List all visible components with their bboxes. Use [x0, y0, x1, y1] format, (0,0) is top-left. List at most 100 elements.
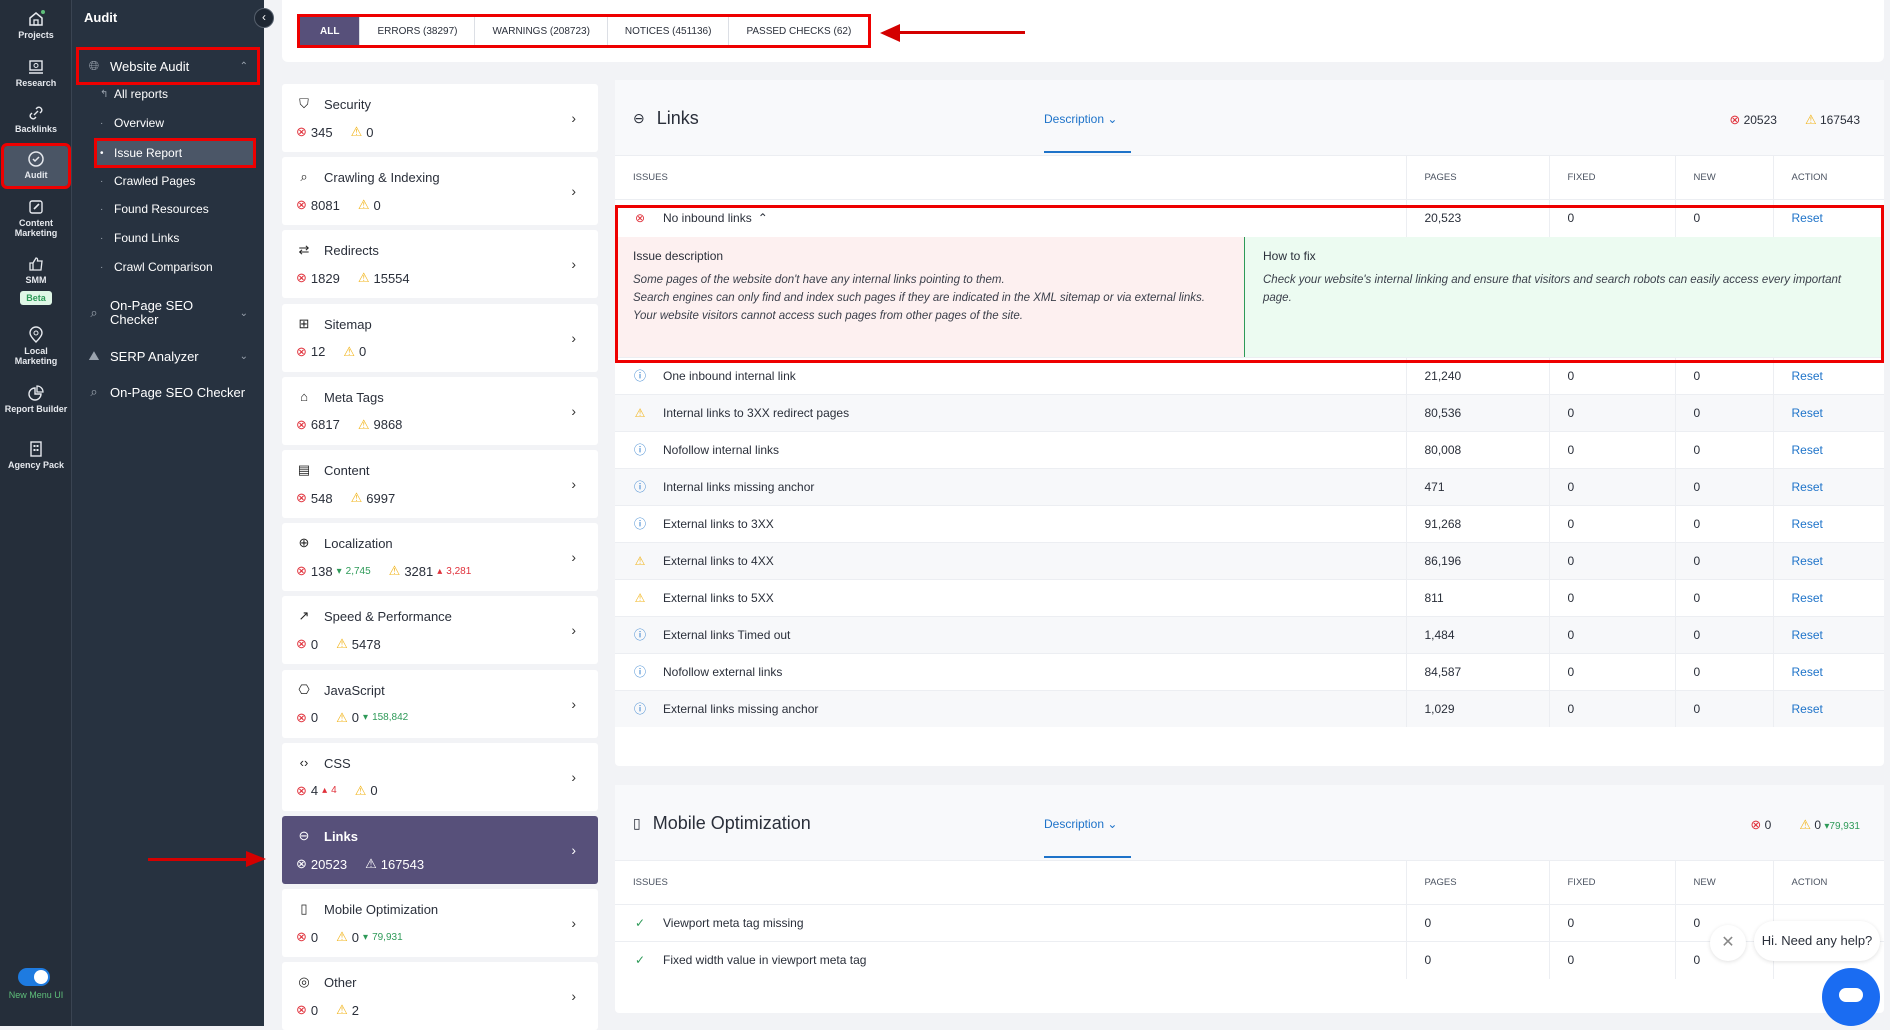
col-fixed[interactable]: FIXED	[1549, 155, 1676, 200]
reset-button[interactable]: Reset	[1773, 504, 1884, 542]
issue-name[interactable]: Fixed width value in viewport meta tag	[663, 953, 866, 967]
pages-count[interactable]: 86,196	[1406, 541, 1550, 579]
nav-website-audit[interactable]: 🌐︎ Website Audit ⌃	[76, 47, 260, 85]
table-row[interactable]: ⓘ External links missing anchor 1,029 0 0…	[615, 689, 1884, 727]
chevron-up-icon[interactable]: ⌃	[758, 211, 768, 225]
pages-count[interactable]: 1,029	[1406, 689, 1550, 727]
issue-name[interactable]: External links to 4XX	[663, 554, 774, 568]
category-card-meta-tags[interactable]: ⌂ Meta Tags ⊗ 6817 ⚠ 9868 ›	[282, 376, 598, 445]
reset-button[interactable]: Reset	[1773, 199, 1884, 237]
issue-name[interactable]: Internal links missing anchor	[663, 480, 814, 494]
new-menu-ui-toggle[interactable]	[18, 968, 50, 986]
category-card-css[interactable]: ‹› CSS ⊗ 4 ▴ 4 ⚠ 0 ›	[282, 742, 598, 811]
chat-launcher-button[interactable]	[1822, 968, 1880, 1026]
issue-name[interactable]: External links Timed out	[663, 628, 790, 642]
reset-button[interactable]: Reset	[1773, 467, 1884, 505]
tab-errors[interactable]: ERRORS (38297)	[360, 17, 476, 45]
category-card-other[interactable]: ◎ Other ⊗ 0 ⚠ 2 ›	[282, 962, 598, 1030]
nav-sub-all-reports[interactable]: ↰ All reports	[100, 83, 258, 105]
nav-sub-issue-report[interactable]: • Issue Report	[94, 138, 256, 168]
issue-name[interactable]: Nofollow external links	[663, 665, 782, 679]
table-row[interactable]: ⓘ External links Timed out 1,484 0 0 Rese…	[615, 615, 1884, 653]
pages-count[interactable]: 91,268	[1406, 504, 1550, 542]
nav-sub-found-resources[interactable]: · Found Resources	[100, 198, 258, 220]
collapse-nav-button[interactable]: ‹	[254, 8, 274, 28]
col-fixed[interactable]: FIXED	[1549, 860, 1676, 905]
table-row[interactable]: ⓘ One inbound internal link 21,240 0 0 Re…	[615, 356, 1884, 394]
reset-button[interactable]: Reset	[1773, 356, 1884, 394]
tab-warnings[interactable]: WARNINGS (208723)	[475, 17, 608, 45]
category-card-crawling-indexing[interactable]: ⌕ Crawling & Indexing ⊗ 8081 ⚠ 0 ›	[282, 157, 598, 226]
rail-projects[interactable]: Projects	[4, 10, 68, 40]
chat-greeting[interactable]: Hi. Need any help?	[1754, 921, 1880, 961]
tab-all[interactable]: ALL	[300, 17, 361, 45]
table-row[interactable]: ✓ Viewport meta tag missing 0 0 0	[615, 904, 1884, 942]
pages-count[interactable]: 84,587	[1406, 652, 1550, 690]
reset-button[interactable]: Reset	[1773, 541, 1884, 579]
reset-button[interactable]: Reset	[1773, 393, 1884, 431]
table-row[interactable]: ⓘ External links to 3XX 91,268 0 0 Reset	[615, 504, 1884, 542]
nav-sub-crawl-comparison[interactable]: · Crawl Comparison	[100, 256, 258, 278]
table-row[interactable]: ⓘ Nofollow external links 84,587 0 0 Rese…	[615, 652, 1884, 690]
nav-serp-analyzer[interactable]: ⛰︎ SERP Analyzer ⌄	[78, 346, 258, 366]
rail-smm[interactable]: SMM Beta	[4, 255, 68, 305]
description-toggle[interactable]: Description ⌄	[1044, 817, 1117, 831]
issue-name[interactable]: No inbound links	[663, 211, 752, 225]
category-card-mobile-optimization[interactable]: ▯ Mobile Optimization ⊗ 0 ⚠ 0 ▾ 79,931 ›	[282, 889, 598, 958]
description-toggle[interactable]: Description ⌄	[1044, 112, 1117, 126]
category-card-sitemap[interactable]: ⊞ Sitemap ⊗ 12 ⚠ 0 ›	[282, 303, 598, 372]
col-new[interactable]: NEW	[1675, 155, 1774, 200]
table-row[interactable]: ⓘ Internal links missing anchor 471 0 0 R…	[615, 467, 1884, 505]
reset-button[interactable]: Reset	[1773, 689, 1884, 727]
table-row[interactable]: ⚠ External links to 5XX 811 0 0 Reset	[615, 578, 1884, 616]
pages-count[interactable]: 80,536	[1406, 393, 1550, 431]
pages-count[interactable]: 20,523	[1406, 199, 1550, 237]
category-card-security[interactable]: ⛉ Security ⊗ 345 ⚠ 0 ›	[282, 84, 598, 152]
issue-name[interactable]: One inbound internal link	[663, 369, 796, 383]
table-row-expanded[interactable]: ⊗ No inbound links ⌃ 20,523 0 0 Reset	[615, 199, 1884, 237]
issue-name[interactable]: External links to 3XX	[663, 517, 774, 531]
pages-count[interactable]: 1,484	[1406, 615, 1550, 653]
category-card-speed-performance[interactable]: ↗ Speed & Performance ⊗ 0 ⚠ 5478 ›	[282, 596, 598, 665]
issue-name[interactable]: Viewport meta tag missing	[663, 916, 804, 930]
nav-on-page-seo-checker-2[interactable]: ⌕ On-Page SEO Checker	[78, 382, 258, 402]
nav-on-page-seo-checker[interactable]: ⌕ On-Page SEO Checker ⌄	[78, 296, 258, 330]
issue-name[interactable]: External links missing anchor	[663, 702, 818, 716]
reset-button[interactable]: Reset	[1773, 615, 1884, 653]
reset-button[interactable]: Reset	[1773, 578, 1884, 616]
pages-count[interactable]: 80,008	[1406, 430, 1550, 468]
col-pages[interactable]: PAGES	[1406, 860, 1550, 905]
table-row[interactable]: ⚠ External links to 4XX 86,196 0 0 Reset	[615, 541, 1884, 579]
tab-passed-checks[interactable]: PASSED CHECKS (62)	[729, 17, 868, 45]
rail-content-marketing[interactable]: Content Marketing	[4, 198, 68, 238]
rail-agency-pack[interactable]: Agency Pack	[4, 440, 68, 470]
category-card-localization[interactable]: ⊕ Localization ⊗ 138 ▾ 2,745 ⚠ 3281 ▴ 3,281 ›	[282, 523, 598, 592]
reset-button[interactable]: Reset	[1773, 430, 1884, 468]
rail-report-builder[interactable]: Report Builder	[4, 384, 68, 414]
tab-notices[interactable]: NOTICES (451136)	[608, 17, 730, 45]
close-chat-button[interactable]: ✕	[1710, 925, 1746, 961]
issue-name[interactable]: Nofollow internal links	[663, 443, 779, 457]
nav-sub-overview[interactable]: · Overview	[100, 112, 258, 134]
category-card-javascript[interactable]: ⎔ JavaScript ⊗ 0 ⚠ 0 ▾ 158,842 ›	[282, 669, 598, 738]
pages-count[interactable]: 471	[1406, 467, 1550, 505]
table-row[interactable]: ✓ Fixed width value in viewport meta tag …	[615, 941, 1884, 979]
pages-count[interactable]: 21,240	[1406, 356, 1550, 394]
rail-backlinks[interactable]: Backlinks	[4, 104, 68, 134]
issue-name[interactable]: Internal links to 3XX redirect pages	[663, 406, 849, 420]
reset-button[interactable]: Reset	[1773, 652, 1884, 690]
category-card-redirects[interactable]: ⇄ Redirects ⊗ 1829 ⚠ 15554 ›	[282, 230, 598, 299]
rail-audit[interactable]: Audit	[1, 143, 71, 189]
col-new[interactable]: NEW	[1675, 860, 1774, 905]
nav-sub-found-links[interactable]: · Found Links	[100, 227, 258, 249]
col-pages[interactable]: PAGES	[1406, 155, 1550, 200]
table-row[interactable]: ⓘ Nofollow internal links 80,008 0 0 Rese…	[615, 430, 1884, 468]
category-card-links[interactable]: ⊖ Links ⊗ 20523 ⚠ 167543 ›	[282, 816, 598, 884]
nav-sub-crawled-pages[interactable]: · Crawled Pages	[100, 170, 258, 192]
issue-name[interactable]: External links to 5XX	[663, 591, 774, 605]
rail-research[interactable]: Research	[4, 58, 68, 88]
category-card-content[interactable]: ▤ Content ⊗ 548 ⚠ 6997 ›	[282, 450, 598, 518]
pages-count[interactable]: 811	[1406, 578, 1550, 616]
table-row[interactable]: ⚠ Internal links to 3XX redirect pages 80…	[615, 393, 1884, 431]
rail-local-marketing[interactable]: Local Marketing	[4, 326, 68, 366]
